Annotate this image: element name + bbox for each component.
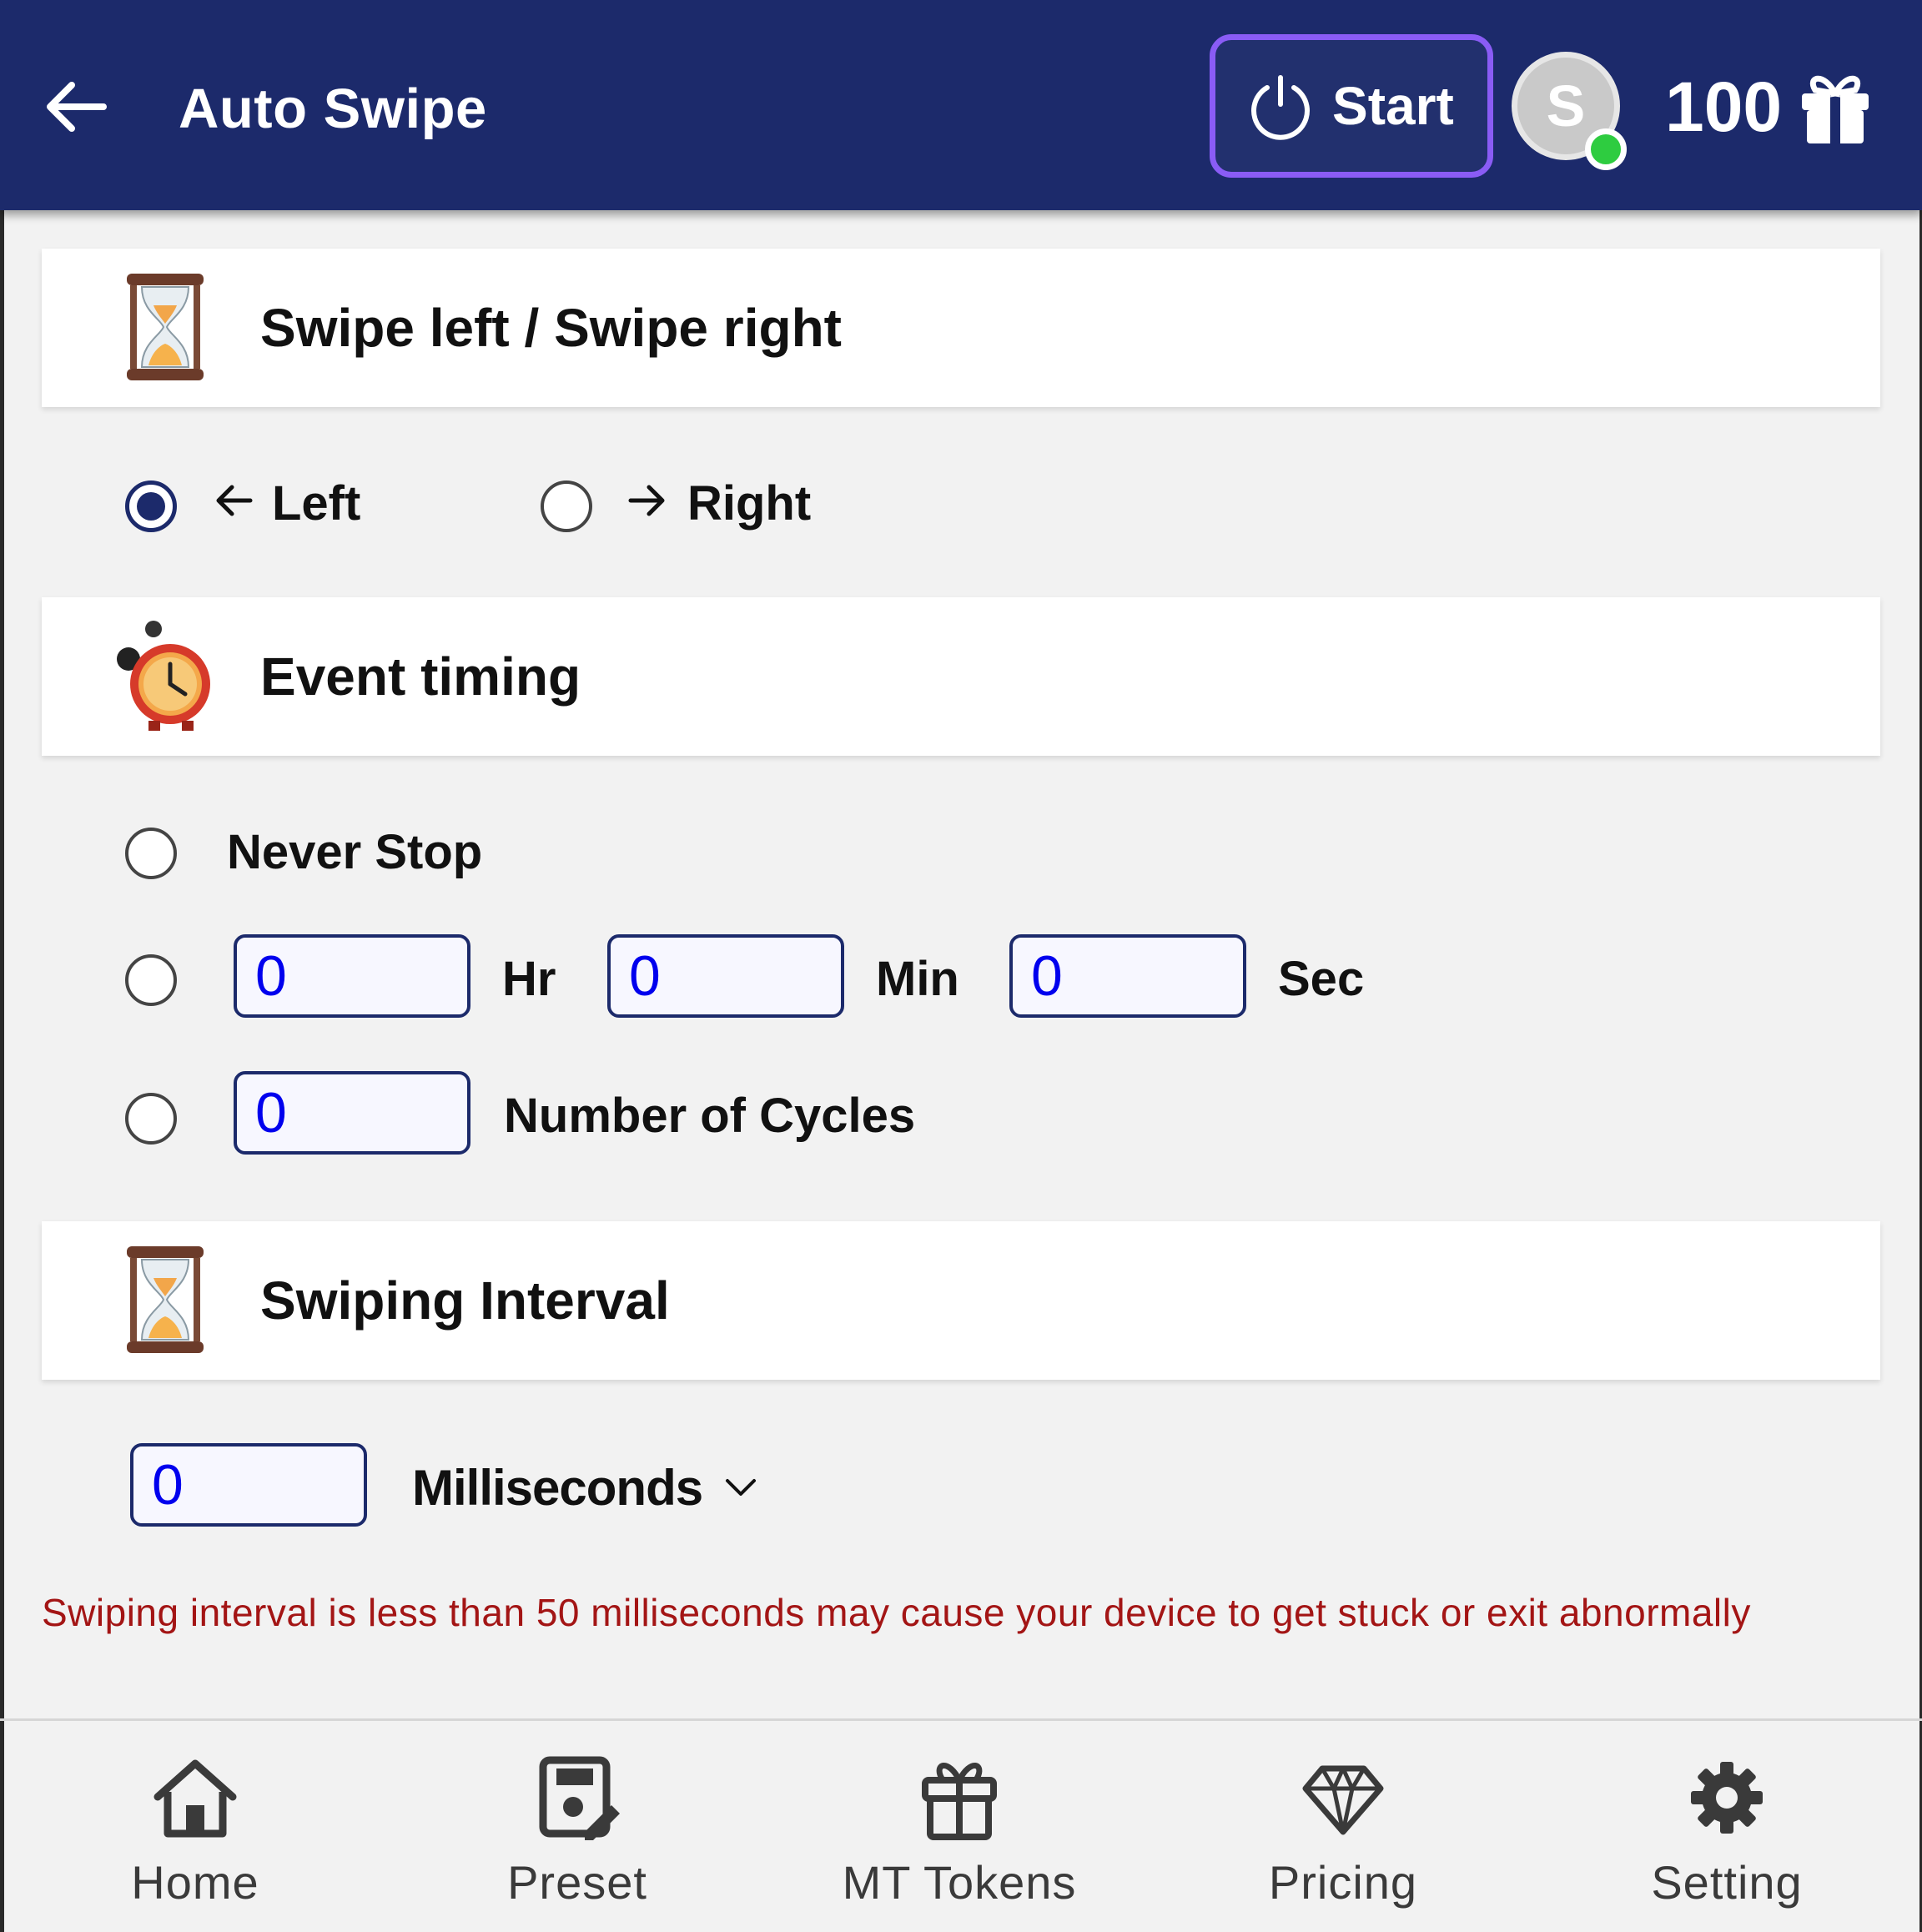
- nav-preset-label: Preset: [507, 1856, 647, 1909]
- home-icon: [153, 1759, 237, 1838]
- section-title: Swiping Interval: [260, 1270, 670, 1331]
- interval-input[interactable]: 0: [130, 1443, 367, 1527]
- page-title: Auto Swipe: [179, 78, 487, 140]
- alarm-clock-icon: [117, 621, 210, 731]
- nav-mt-tokens-label: MT Tokens: [842, 1856, 1077, 1909]
- bottom-nav-divider: [0, 1718, 1922, 1721]
- never-stop-radio[interactable]: [125, 828, 177, 879]
- right-radio[interactable]: [541, 480, 592, 532]
- seconds-label: Sec: [1278, 952, 1365, 1006]
- interval-unit-dropdown[interactable]: Milliseconds: [412, 1458, 757, 1517]
- nav-setting-label: Setting: [1651, 1856, 1803, 1909]
- section-title: Event timing: [260, 647, 581, 707]
- swipe-direction-section-header: Swipe left / Swipe right: [42, 249, 1880, 407]
- arrow-right-icon: [628, 485, 665, 516]
- interval-unit-label: Milliseconds: [412, 1459, 703, 1516]
- back-arrow-icon[interactable]: [40, 72, 110, 142]
- hourglass-icon: [127, 1246, 204, 1353]
- nav-pricing-label: Pricing: [1268, 1856, 1418, 1909]
- cycles-input[interactable]: 0: [234, 1071, 470, 1155]
- cycles-radio[interactable]: [125, 1093, 177, 1145]
- seconds-input[interactable]: 0: [1009, 934, 1246, 1018]
- interval-warning: Swiping interval is less than 50 millise…: [42, 1591, 1751, 1634]
- event-timing-section-header: Event timing: [42, 597, 1880, 756]
- minutes-input[interactable]: 0: [607, 934, 844, 1018]
- gear-icon: [1691, 1762, 1763, 1834]
- token-count: 100: [1665, 68, 1783, 146]
- app-header: Auto Swipe Start S 100: [0, 0, 1922, 210]
- gift-icon[interactable]: [1799, 68, 1872, 145]
- start-button-label: Start: [1332, 76, 1454, 136]
- diamond-icon: [1302, 1765, 1384, 1835]
- preset-icon: [539, 1756, 620, 1840]
- minutes-label: Min: [876, 952, 959, 1006]
- online-status-dot: [1585, 128, 1627, 170]
- right-label: Right: [687, 476, 812, 531]
- never-stop-label: Never Stop: [227, 825, 483, 879]
- hours-label: Hr: [502, 952, 556, 1006]
- nav-home[interactable]: Home: [70, 1752, 320, 1910]
- nav-mt-tokens[interactable]: MT Tokens: [834, 1752, 1084, 1910]
- chevron-down-icon: [726, 1479, 757, 1496]
- left-radio[interactable]: [125, 480, 177, 532]
- duration-radio[interactable]: [125, 954, 177, 1006]
- nav-home-label: Home: [131, 1856, 259, 1909]
- swiping-interval-section-header: Swiping Interval: [42, 1221, 1880, 1380]
- power-icon: [1251, 75, 1310, 140]
- start-button[interactable]: Start: [1210, 34, 1493, 178]
- arrow-left-icon: [216, 485, 253, 516]
- nav-setting[interactable]: Setting: [1602, 1752, 1852, 1910]
- left-label: Left: [272, 476, 361, 531]
- gift-icon: [922, 1763, 997, 1840]
- nav-pricing[interactable]: Pricing: [1218, 1752, 1468, 1910]
- nav-preset[interactable]: Preset: [452, 1752, 702, 1910]
- cycles-label: Number of Cycles: [504, 1089, 916, 1143]
- hourglass-icon: [127, 274, 204, 380]
- section-title: Swipe left / Swipe right: [260, 298, 842, 358]
- hours-input[interactable]: 0: [234, 934, 470, 1018]
